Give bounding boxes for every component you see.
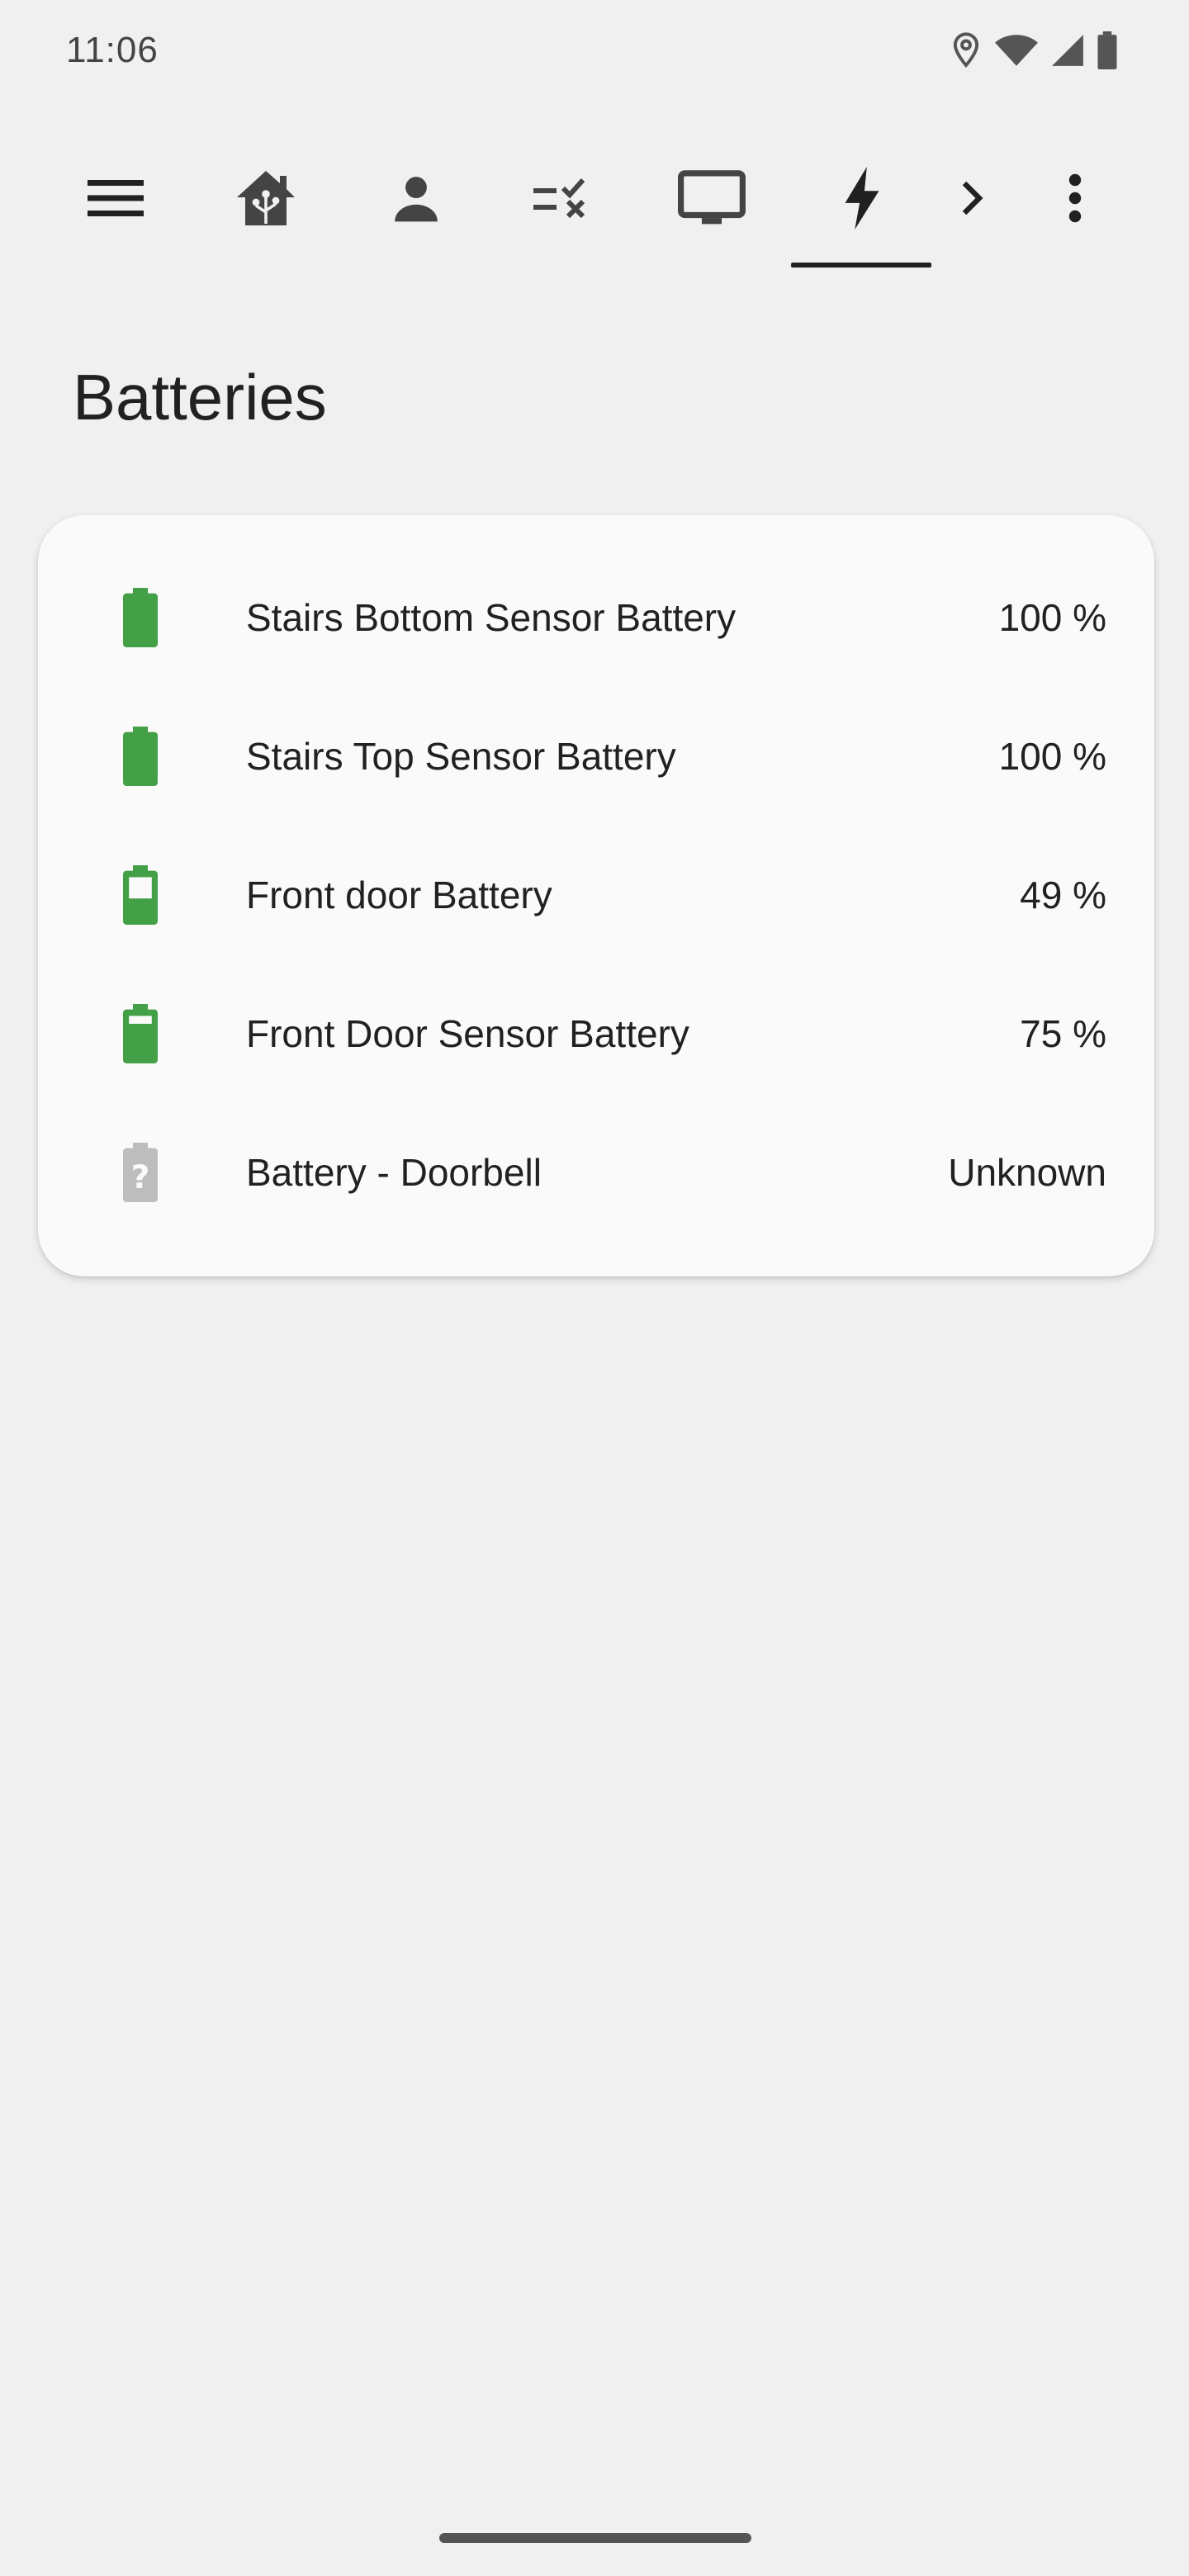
entity-state: Unknown	[948, 1151, 1106, 1194]
battery-80-icon	[121, 1003, 160, 1064]
batteries-card: Stairs Bottom Sensor Battery 100 % Stair…	[38, 515, 1154, 1276]
tab-people[interactable]	[367, 149, 466, 248]
battery-50-icon	[121, 864, 160, 926]
status-icons	[950, 31, 1118, 69]
checklist-icon	[533, 175, 593, 221]
home-assistant-icon	[235, 169, 296, 227]
tab-media[interactable]	[662, 149, 761, 248]
overflow-menu-button[interactable]	[1026, 149, 1125, 248]
menu-icon	[88, 178, 144, 218]
monitor-icon	[678, 169, 746, 227]
entity-name: Front Door Sensor Battery	[246, 1012, 689, 1055]
entity-row[interactable]: Stairs Top Sensor Battery 100 %	[38, 687, 1154, 826]
entity-row[interactable]: Front door Battery 49 %	[38, 826, 1154, 964]
entity-row[interactable]: Front Door Sensor Battery 75 %	[38, 964, 1154, 1103]
toolbar	[0, 124, 1189, 269]
entity-name: Stairs Top Sensor Battery	[246, 735, 676, 778]
scroll-tabs-right-button[interactable]	[923, 149, 1022, 248]
tab-todo[interactable]	[514, 149, 613, 248]
svg-text:?: ?	[131, 1159, 150, 1196]
home-indicator[interactable]	[439, 2533, 751, 2543]
entity-state: 49 %	[1020, 874, 1106, 916]
active-tab-indicator	[791, 263, 931, 268]
tab-home[interactable]	[216, 149, 315, 248]
battery-unknown-icon: ?	[121, 1142, 160, 1203]
tab-energy[interactable]	[812, 149, 912, 248]
battery-icon	[1097, 31, 1118, 69]
menu-button[interactable]	[66, 149, 165, 248]
status-bar: 11:06	[0, 0, 1189, 107]
lightning-icon	[842, 167, 882, 230]
entity-row[interactable]: Stairs Bottom Sensor Battery 100 %	[38, 548, 1154, 687]
cellular-signal-icon	[1050, 33, 1085, 68]
entity-state: 100 %	[998, 735, 1106, 778]
entity-state: 100 %	[998, 596, 1106, 639]
person-icon	[391, 173, 442, 224]
battery-full-icon	[121, 587, 160, 648]
more-vert-icon	[1068, 173, 1082, 223]
entity-name: Front door Battery	[246, 874, 552, 916]
page-title: Batteries	[73, 361, 327, 433]
location-icon	[950, 31, 983, 69]
chevron-right-icon	[960, 180, 985, 216]
status-time: 11:06	[66, 30, 159, 70]
entity-state: 75 %	[1020, 1012, 1106, 1055]
battery-full-icon	[121, 726, 160, 787]
entity-name: Stairs Bottom Sensor Battery	[246, 596, 737, 639]
wifi-icon	[994, 33, 1039, 68]
entity-row[interactable]: ? Battery - Doorbell Unknown	[38, 1103, 1154, 1242]
entity-name: Battery - Doorbell	[246, 1151, 542, 1194]
